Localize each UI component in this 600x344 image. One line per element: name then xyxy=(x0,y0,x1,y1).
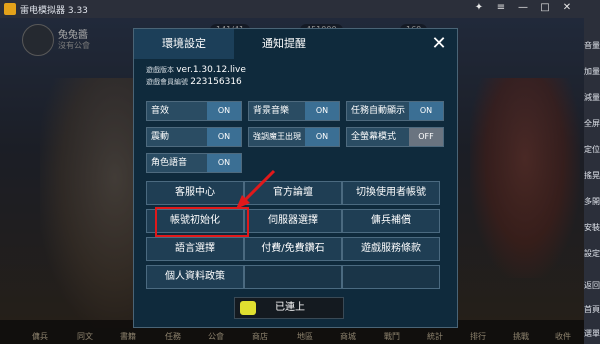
arrow-icon xyxy=(236,169,276,209)
toggle-switch[interactable]: ON xyxy=(207,128,241,146)
tab-environment-settings[interactable]: 環境設定 xyxy=(134,29,234,59)
sidebar-item[interactable]: 設定 xyxy=(584,248,600,259)
member-value: 223156316 xyxy=(190,77,242,87)
sidebar-item[interactable]: 音量 xyxy=(584,40,600,51)
member-label: 遊戲會員編號 xyxy=(146,78,188,86)
close-window-button[interactable]: ✕ xyxy=(558,2,576,16)
toggle-label: 任務自動顯示 xyxy=(351,106,406,116)
emulator-sidebar: 音量 加量 減量 全屏 定位 搖晃 多開 安裝 設定 返回 首頁 選單 xyxy=(584,18,600,344)
sidebar-item[interactable]: 加量 xyxy=(584,66,600,77)
toggle-switch[interactable]: ON xyxy=(305,128,339,146)
emulator-titlebar: 雷电模拟器 3.33 ✦ ≡ — □ ✕ xyxy=(0,0,600,18)
version-info: 遊戲版本 ver.1.30.12.live xyxy=(146,65,246,75)
toggle-label: 震動 xyxy=(151,132,170,142)
maximize-button[interactable]: □ xyxy=(536,2,554,16)
toggle-switch[interactable]: ON xyxy=(409,102,443,120)
empty-slot xyxy=(244,265,342,289)
menu-icon[interactable]: ≡ xyxy=(492,2,510,16)
sidebar-item[interactable]: 多開 xyxy=(584,196,600,207)
toggle-character-voice[interactable]: 角色語音 ON xyxy=(146,153,242,173)
member-info: 遊戲會員編號 223156316 xyxy=(146,77,242,87)
sidebar-item[interactable]: 安裝 xyxy=(584,222,600,233)
highlight-box xyxy=(155,207,249,237)
tab-notifications[interactable]: 通知提醒 xyxy=(234,29,334,59)
toggle-sound-effects[interactable]: 音效 ON xyxy=(146,101,242,121)
privacy-policy-button[interactable]: 個人資料政策 xyxy=(146,265,244,289)
paid-free-diamonds-button[interactable]: 付費/免費鑽石 xyxy=(244,237,342,261)
toggle-label: 強調魔王出現 xyxy=(253,132,301,141)
sidebar-item[interactable]: 定位 xyxy=(584,144,600,155)
connected-label: 已連上 xyxy=(275,302,305,313)
sidebar-item[interactable]: 返回 xyxy=(584,280,600,291)
sidebar-item[interactable]: 減量 xyxy=(584,92,600,103)
server-select-button[interactable]: 伺服器選擇 xyxy=(244,209,342,233)
connected-button[interactable]: 已連上 xyxy=(234,297,344,319)
toggle-label: 音效 xyxy=(151,106,170,116)
sidebar-item[interactable]: 全屏 xyxy=(584,118,600,129)
window-title: 雷电模拟器 3.33 xyxy=(20,6,88,16)
close-icon[interactable]: ✕ xyxy=(429,34,449,54)
language-select-button[interactable]: 語言選擇 xyxy=(146,237,244,261)
toggle-fullscreen[interactable]: 全螢幕模式 OFF xyxy=(346,127,444,147)
sidebar-item[interactable]: 首頁 xyxy=(584,304,600,315)
version-value: ver.1.30.12.live xyxy=(176,65,246,75)
settings-dialog: 環境設定 通知提醒 ✕ 遊戲版本 ver.1.30.12.live 遊戲會員編號… xyxy=(133,28,458,328)
toggle-label: 背景音樂 xyxy=(253,106,290,116)
sidebar-item[interactable]: 搖晃 xyxy=(584,170,600,181)
toggle-switch[interactable]: ON xyxy=(207,102,241,120)
toggle-switch[interactable]: ON xyxy=(305,102,339,120)
emulator-logo-icon xyxy=(4,3,16,15)
terms-of-service-button[interactable]: 遊戲服務條款 xyxy=(342,237,440,261)
version-label: 遊戲版本 xyxy=(146,66,174,74)
toggle-switch[interactable]: OFF xyxy=(409,128,443,146)
toggle-auto-quest[interactable]: 任務自動顯示 ON xyxy=(346,101,444,121)
customer-service-button[interactable]: 客服中心 xyxy=(146,181,244,205)
gamepad-icon[interactable]: ✦ xyxy=(470,2,488,16)
toggle-bgm[interactable]: 背景音樂 ON xyxy=(248,101,340,121)
toggle-boss-highlight[interactable]: 強調魔王出現 ON xyxy=(248,127,340,147)
empty-slot xyxy=(342,265,440,289)
toggle-vibration[interactable]: 震動 ON xyxy=(146,127,242,147)
toggle-label: 角色語音 xyxy=(151,158,188,168)
toggle-label: 全螢幕模式 xyxy=(351,132,397,142)
switch-account-button[interactable]: 切換使用者帳號 xyxy=(342,181,440,205)
mercenary-compensation-button[interactable]: 傭兵補償 xyxy=(342,209,440,233)
minimize-button[interactable]: — xyxy=(514,2,532,16)
sidebar-item[interactable]: 選單 xyxy=(584,328,600,339)
